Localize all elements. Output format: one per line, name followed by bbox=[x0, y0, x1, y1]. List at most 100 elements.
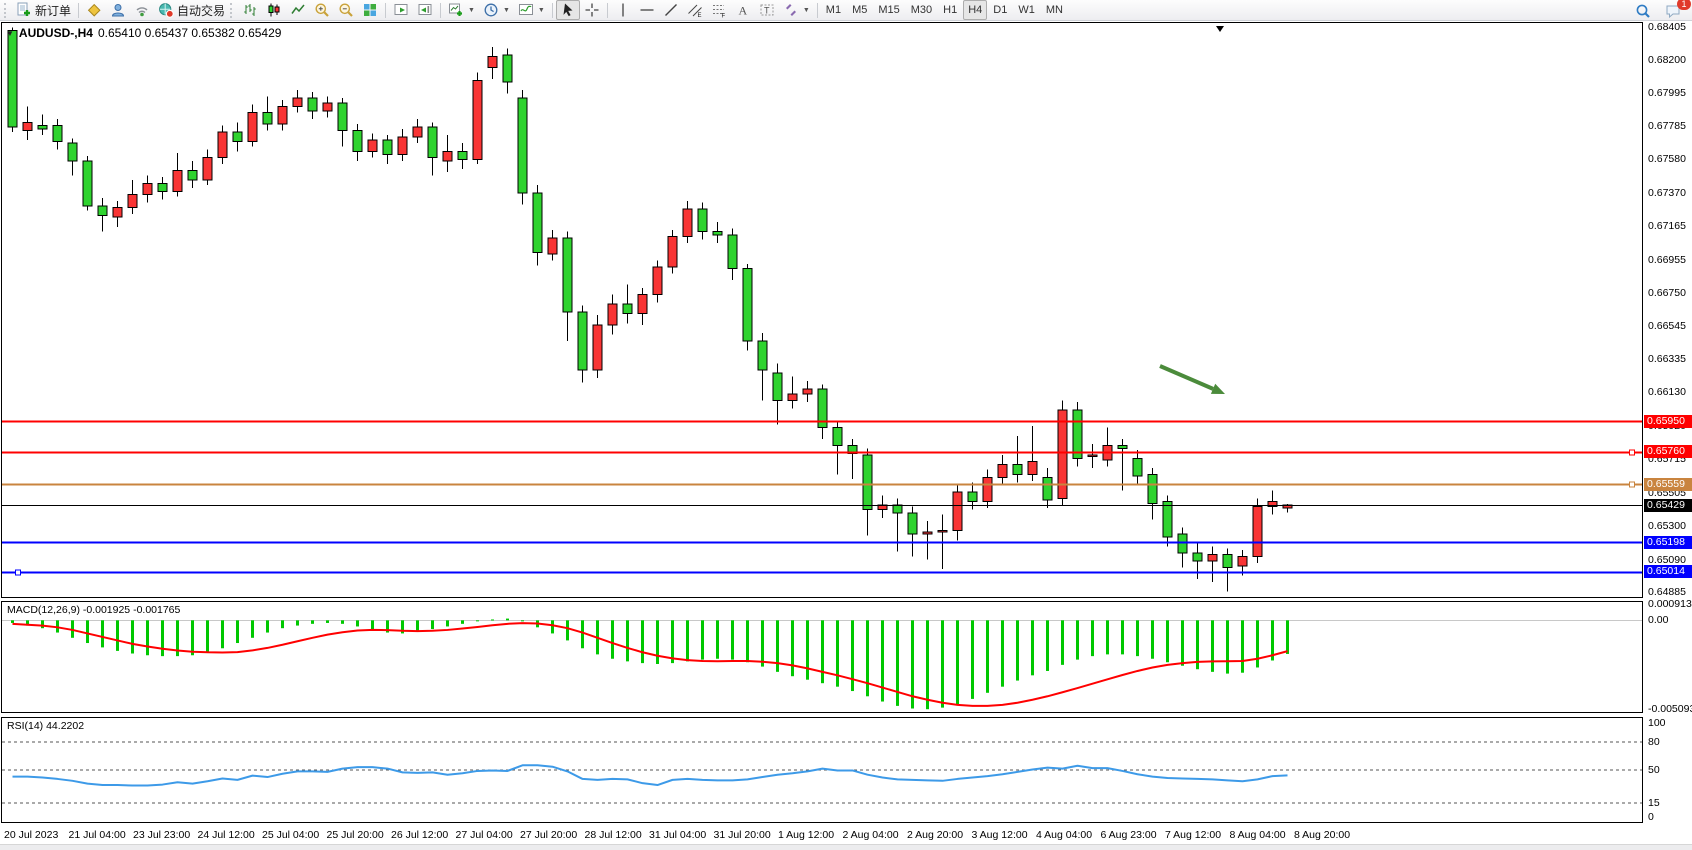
macd-histogram-bar bbox=[626, 620, 629, 661]
candle-body bbox=[248, 113, 257, 142]
date-axis[interactable]: 20 Jul 202321 Jul 04:0023 Jul 23:0024 Ju… bbox=[0, 827, 1646, 842]
macd-histogram-bar bbox=[926, 620, 929, 709]
macd-histogram-bar bbox=[551, 620, 554, 633]
new-chart-button[interactable]: ▼ bbox=[444, 0, 479, 20]
trendline-tool-button[interactable] bbox=[659, 0, 683, 20]
cursor-tool-button[interactable] bbox=[556, 0, 580, 20]
candle-body bbox=[833, 428, 842, 446]
candle-body bbox=[728, 235, 737, 269]
zoom-out-button[interactable] bbox=[334, 0, 358, 20]
macd-histogram-bar bbox=[656, 620, 659, 664]
price-line-label-0.65429: 0.65429 bbox=[1644, 499, 1692, 512]
candle-body bbox=[593, 325, 602, 370]
candle-body bbox=[653, 267, 662, 294]
new-order-button[interactable]: 新订单 bbox=[12, 0, 75, 20]
timeframe-button-h1[interactable]: H1 bbox=[938, 0, 962, 20]
macd-histogram-bar bbox=[581, 620, 584, 648]
timeframe-button-mn[interactable]: MN bbox=[1041, 0, 1068, 20]
timeframe-button-w1[interactable]: W1 bbox=[1013, 0, 1040, 20]
candle-body bbox=[23, 122, 32, 130]
toolbar-grip bbox=[230, 3, 235, 18]
timeframe-button-h4[interactable]: H4 bbox=[963, 0, 987, 20]
timeframe-button-m5[interactable]: M5 bbox=[847, 0, 872, 20]
macd-histogram-bar bbox=[356, 620, 359, 626]
candle-body bbox=[473, 81, 482, 160]
price-axis[interactable]: 0.684050.682000.679950.677850.675800.673… bbox=[1646, 0, 1692, 849]
chart-shift-marker[interactable] bbox=[1216, 26, 1224, 32]
hline-handle[interactable] bbox=[16, 570, 21, 575]
macd-canvas[interactable] bbox=[2, 602, 1642, 712]
horizontal-line-tool-button[interactable] bbox=[635, 0, 659, 20]
candle-body bbox=[158, 183, 167, 191]
tile-windows-icon bbox=[362, 2, 378, 18]
text-label-tool-button[interactable]: T bbox=[755, 0, 779, 20]
hline-handle[interactable] bbox=[1630, 450, 1635, 455]
macd-histogram-bar bbox=[1106, 620, 1109, 654]
arrow-annotation-shaft[interactable] bbox=[1160, 366, 1213, 389]
x-axis-label: 8 Aug 20:00 bbox=[1294, 829, 1350, 841]
timeframe-button-m30[interactable]: M30 bbox=[906, 0, 937, 20]
candle-body bbox=[203, 158, 212, 181]
main-chart-canvas[interactable] bbox=[2, 23, 1642, 597]
candle-body bbox=[83, 161, 92, 206]
signals-button[interactable] bbox=[130, 0, 154, 20]
rsi-canvas[interactable] bbox=[2, 718, 1642, 822]
macd-indicator-pane[interactable]: MACD(12,26,9) -0.001925 -0.001765 bbox=[1, 601, 1643, 713]
vertical-line-tool-button[interactable] bbox=[611, 0, 635, 20]
chart-shift-button[interactable] bbox=[413, 0, 437, 20]
candle-body bbox=[218, 132, 227, 158]
candle-body bbox=[1133, 458, 1142, 476]
macd-axis-label: 0.00 bbox=[1648, 614, 1668, 626]
candle-body bbox=[503, 55, 512, 82]
rsi-axis-label: 100 bbox=[1648, 717, 1666, 729]
candle-body bbox=[38, 126, 47, 129]
macd-histogram-bar bbox=[761, 620, 764, 666]
rsi-axis-label: 50 bbox=[1648, 764, 1660, 776]
crosshair-tool-button[interactable] bbox=[580, 0, 604, 20]
timeframe-button-m1[interactable]: M1 bbox=[821, 0, 846, 20]
macd-histogram-bar bbox=[641, 620, 644, 663]
fibonacci-tool-button[interactable]: F bbox=[707, 0, 731, 20]
main-chart-pane[interactable] bbox=[1, 22, 1643, 598]
tile-windows-button[interactable] bbox=[358, 0, 382, 20]
zoom-out-icon bbox=[338, 2, 354, 18]
channel-tool-button[interactable]: E bbox=[683, 0, 707, 20]
separator bbox=[78, 3, 79, 18]
candle-body bbox=[143, 183, 152, 194]
horizontal-line-icon bbox=[639, 2, 655, 18]
macd-histogram-bar bbox=[956, 620, 959, 704]
autotrading-button[interactable]: 自动交易 bbox=[154, 0, 229, 20]
chevron-down-icon: ▼ bbox=[468, 7, 475, 14]
timeframe-button-d1[interactable]: D1 bbox=[988, 0, 1012, 20]
candle-body bbox=[413, 127, 422, 137]
macd-histogram-bar bbox=[506, 619, 509, 621]
accounts-button[interactable] bbox=[106, 0, 130, 20]
bar-chart-button[interactable] bbox=[238, 0, 262, 20]
hline-handle[interactable] bbox=[1630, 482, 1635, 487]
price-tick-label: 0.65090 bbox=[1648, 554, 1686, 566]
price-tick-label: 0.68405 bbox=[1648, 21, 1686, 33]
candlestick-chart-button[interactable] bbox=[262, 0, 286, 20]
market-watch-button[interactable] bbox=[82, 0, 106, 20]
candle-body bbox=[953, 492, 962, 531]
auto-scroll-button[interactable] bbox=[389, 0, 413, 20]
arrows-tool-button[interactable]: ▼ bbox=[779, 0, 814, 20]
candle-body bbox=[1163, 502, 1172, 537]
zoom-in-button[interactable] bbox=[310, 0, 334, 20]
candle-body bbox=[923, 532, 932, 534]
timeframe-button-m15[interactable]: M15 bbox=[873, 0, 904, 20]
candle-body bbox=[1208, 555, 1217, 561]
indicators-button[interactable]: ▼ bbox=[514, 0, 549, 20]
rsi-indicator-pane[interactable]: RSI(14) 44.2202 bbox=[1, 717, 1643, 823]
periods-button[interactable]: ▼ bbox=[479, 0, 514, 20]
chart-menu-caret-icon[interactable]: ▼ bbox=[6, 29, 14, 38]
candle-body bbox=[308, 98, 317, 111]
line-chart-button[interactable] bbox=[286, 0, 310, 20]
candle-body bbox=[1013, 465, 1022, 475]
macd-histogram-bar bbox=[41, 620, 44, 628]
new-order-icon bbox=[16, 2, 32, 18]
candle-body bbox=[458, 151, 467, 159]
text-tool-button[interactable]: A bbox=[731, 0, 755, 20]
macd-histogram-bar bbox=[821, 620, 824, 683]
svg-text:T: T bbox=[764, 6, 770, 16]
